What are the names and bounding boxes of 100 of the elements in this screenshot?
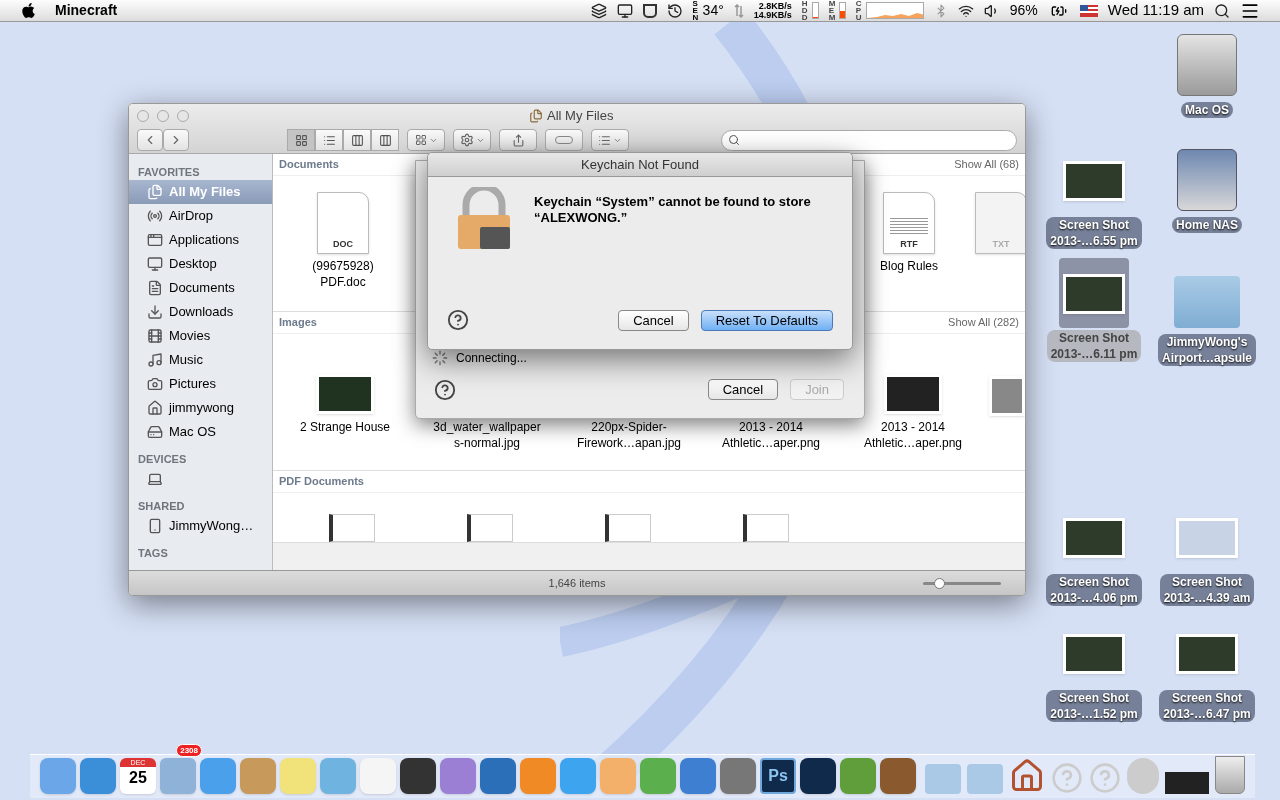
monitor-icon <box>147 256 163 272</box>
file-name[interactable]: 2013 - 2014 Athletic…aper.png <box>857 419 969 451</box>
screenshot-thumbnail[interactable] <box>1063 518 1125 558</box>
dialog-button[interactable]: Cancel <box>707 379 779 400</box>
screenshot-thumbnail[interactable] <box>1063 274 1125 314</box>
meter-label: MEM <box>828 0 837 21</box>
music-note-icon <box>147 352 163 368</box>
sidebar-item[interactable]: Pictures <box>129 372 272 396</box>
grid-icon <box>414 134 427 146</box>
view-mode-button[interactable] <box>371 129 399 151</box>
dialog-button[interactable]: Cancel <box>618 309 689 331</box>
document-file-icon[interactable]: DOC <box>317 192 369 254</box>
apple-menu-icon[interactable] <box>20 2 37 19</box>
document-file-icon[interactable]: RTF <box>883 192 935 254</box>
action-button[interactable] <box>453 129 491 151</box>
file-name[interactable]: Blog Rules <box>865 258 953 274</box>
file-name[interactable]: 3d_water_wallpapers-normal.jpg <box>431 419 543 451</box>
app-icon[interactable] <box>800 758 836 794</box>
view-mode-button[interactable] <box>343 129 371 151</box>
sidebar-item[interactable]: Applications <box>129 228 272 252</box>
sidebar-item[interactable]: Music <box>129 348 272 372</box>
image-thumbnail[interactable] <box>316 374 374 414</box>
files-icon <box>147 184 163 200</box>
icon-label[interactable]: Screen Shot 2013-…6.55 pm <box>1046 217 1142 249</box>
connecting-status: Connecting... <box>456 350 527 367</box>
show-all-link[interactable]: Show All (68) <box>954 156 1019 173</box>
show-all-link[interactable]: Show All (282) <box>948 314 1019 331</box>
file-name[interactable]: (99675928) PDF.doc <box>299 258 387 290</box>
transfer-arrows-icon <box>733 3 744 18</box>
icon-label[interactable]: Screen Shot 2013-…6.47 pm <box>1159 690 1255 722</box>
icon-label[interactable]: JimmyWong's Airport…apsule <box>1158 334 1256 366</box>
app-menu[interactable]: Minecraft <box>55 0 118 21</box>
house-icon[interactable] <box>1009 758 1045 794</box>
sidebar-item[interactable]: Mac OS <box>129 420 272 444</box>
grid-view-icon <box>294 133 308 147</box>
battery-percentage[interactable]: 96% <box>1009 0 1038 21</box>
sidebar-item[interactable]: Movies <box>129 324 272 348</box>
house-icon <box>147 400 163 416</box>
list-view-icon <box>322 133 336 147</box>
file-name[interactable]: 2013 - 2014 Athletic…aper.png <box>715 419 827 451</box>
toggle-button[interactable] <box>545 129 583 151</box>
file-name[interactable]: 2 Strange House <box>289 419 401 435</box>
image-thumbnail[interactable] <box>884 374 942 414</box>
window-title: All My Files <box>547 107 614 126</box>
icon-label[interactable]: Screen Shot 2013-…4.39 am <box>1159 574 1255 606</box>
icon-label[interactable]: Screen Shot 2013-…4.06 pm <box>1046 574 1142 606</box>
sidebar-item[interactable]: Downloads <box>129 300 272 324</box>
sidebar-item[interactable]: Desktop <box>129 252 272 276</box>
window-control[interactable] <box>177 110 189 122</box>
app-icon[interactable] <box>400 758 436 794</box>
window-control[interactable] <box>137 110 149 122</box>
forward-button[interactable] <box>163 129 189 151</box>
share-button[interactable] <box>499 129 537 151</box>
help-icon[interactable] <box>434 379 456 401</box>
sidebar-heading: FAVORITES <box>137 165 201 180</box>
zoom-slider-thumb[interactable] <box>933 578 945 589</box>
sidebar-item[interactable]: jimmywong <box>129 396 272 420</box>
search-field[interactable] <box>721 129 1017 151</box>
screenshot-thumbnail[interactable] <box>1063 634 1125 674</box>
window-thumbnail[interactable] <box>1165 772 1209 794</box>
section-heading: Documents <box>279 157 339 173</box>
screenshot-thumbnail[interactable] <box>1176 634 1238 674</box>
group-button[interactable] <box>591 129 629 151</box>
screenshot-thumbnail[interactable] <box>1063 161 1125 201</box>
temperature-reading[interactable]: 34° <box>702 0 724 21</box>
pdf-file-icon[interactable] <box>329 514 375 542</box>
screenshot-thumbnail[interactable] <box>1176 518 1238 558</box>
sidebar-item[interactable]: JimmyWong… <box>129 514 272 538</box>
trash-icon[interactable] <box>1215 756 1245 794</box>
file-name[interactable]: 220px-Spider-Firework…apan.jpg <box>573 419 685 451</box>
window-control[interactable] <box>157 110 169 122</box>
phone-icon <box>147 518 163 534</box>
sidebar-item[interactable]: Documents <box>129 276 272 300</box>
share-icon <box>511 133 525 147</box>
pdf-file-icon[interactable] <box>605 514 651 542</box>
spotlight-search-icon[interactable] <box>1214 2 1230 19</box>
icon-label[interactable]: Home NAS <box>1172 217 1242 233</box>
photoshop-icon[interactable]: Ps <box>760 758 796 794</box>
view-mode-button[interactable] <box>287 129 315 151</box>
clock[interactable]: Wed 11:19 am <box>1107 0 1204 22</box>
history-icon[interactable] <box>666 2 683 19</box>
image-stack-thumbnail[interactable] <box>989 376 1025 416</box>
default-button[interactable]: Reset To Defaults <box>700 309 833 331</box>
cpu-graph[interactable] <box>865 2 924 19</box>
back-button[interactable] <box>137 129 163 151</box>
sidebar-item[interactable]: AirDrop <box>129 204 272 228</box>
film-icon <box>147 328 163 344</box>
shield-icon[interactable] <box>642 3 657 18</box>
list-icon <box>598 133 611 147</box>
camera-icon <box>147 376 163 392</box>
icon-label[interactable]: Screen Shot 2013-…1.52 pm <box>1046 690 1142 722</box>
icon-label[interactable]: Mac OS <box>1181 102 1233 118</box>
view-mode-button[interactable] <box>315 129 343 151</box>
pdf-file-icon[interactable] <box>467 514 513 542</box>
pdf-file-icon[interactable] <box>743 514 789 542</box>
icon-label[interactable]: Screen Shot 2013-…6.11 pm <box>1046 330 1142 362</box>
arrange-button[interactable] <box>407 129 445 151</box>
layers-icon[interactable] <box>590 2 607 19</box>
help-icon[interactable] <box>447 309 469 331</box>
flag-icon[interactable] <box>1079 4 1098 17</box>
